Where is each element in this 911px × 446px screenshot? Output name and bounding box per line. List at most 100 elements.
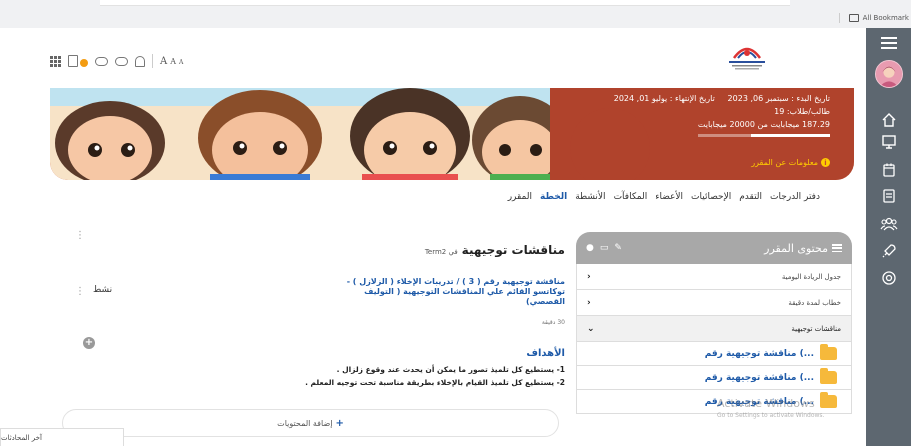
sidebar-item-launch[interactable]	[866, 243, 911, 259]
document-icon	[882, 189, 895, 203]
all-bookmarks-label[interactable]: All Bookmark	[863, 14, 909, 22]
calendar-icon	[882, 163, 895, 177]
watermark-line-1: Activate Windows	[717, 397, 815, 410]
discussion-item[interactable]: مناقشة توجيهية رقم (...	[576, 342, 852, 366]
browser-strip: All Bookmark	[0, 0, 911, 28]
activity-title[interactable]: مناقشة توجيهية رقم ( 3 ) / تدريبات الإخل…	[323, 277, 565, 307]
panel-row-one-minute-speech[interactable]: خطاب لمدة دقيقة ‹	[576, 290, 852, 316]
print-icon[interactable]: ▭	[600, 243, 609, 253]
avatar	[874, 60, 903, 88]
bell-icon[interactable]	[135, 55, 145, 67]
header-tools: A A A	[50, 54, 183, 68]
tab-course[interactable]: المقرر	[508, 192, 532, 202]
chevron-left-icon: ‹	[587, 271, 591, 282]
activity-duration: 30 دقيقة	[541, 319, 565, 326]
storage-progress-bar	[698, 134, 830, 137]
users-icon	[880, 217, 897, 231]
discussion-item[interactable]: مناقشة توجيهية رقم (...	[576, 366, 852, 390]
settings-icon[interactable]: ●	[586, 243, 594, 253]
hamburger-icon	[880, 37, 897, 49]
monitor-icon	[881, 135, 896, 149]
goal-item: 1- يستطيع كل تلميذ تصور ما يمكن أن يحدث …	[336, 365, 565, 374]
font-medium-button[interactable]: A	[170, 57, 176, 66]
discussion-item-label: مناقشة توجيهية رقم (...	[704, 348, 814, 359]
lesson-term: في Term2	[424, 248, 458, 256]
windows-activation-watermark: Activate Windows Go to Settings to activ…	[717, 398, 824, 422]
folder-icon	[848, 14, 859, 22]
lesson-content: ⋮ مناقشات توجيهية في Term2 ⋮ نشط مناقشة …	[50, 223, 565, 438]
top-header: A A A	[0, 28, 866, 88]
course-info-link[interactable]: i معلومات عن المقرر	[751, 158, 830, 167]
panel-tools: ● ▭ ✎	[586, 243, 622, 253]
sidebar-item-home[interactable]	[866, 112, 911, 128]
course-banner: تاريخ البدء : سبتمبر 06, 2023 تاريخ الإن…	[50, 88, 854, 180]
wrench-icon[interactable]: ✎	[614, 243, 622, 253]
course-tabs: المقرر الخطة الأنشطة المكافآت الأعضاء ال…	[508, 192, 820, 202]
recent-chats-label: آخر المحادثات	[1, 433, 42, 442]
info-icon: i	[821, 158, 830, 167]
tab-progress[interactable]: التقدم	[739, 192, 762, 202]
folder-icon	[820, 368, 837, 384]
start-date: تاريخ البدء : سبتمبر 06, 2023	[727, 94, 830, 103]
chevron-left-icon: ‹	[587, 297, 591, 308]
font-size-control[interactable]: A A A	[160, 56, 183, 67]
panel-header: ● ▭ ✎ محتوى المقرر	[576, 232, 852, 264]
folder-icon	[820, 344, 837, 360]
storage-text: 187.29 ميجابايت من 20000 ميجابايت	[697, 120, 830, 129]
add-content-button[interactable]: + إضافة المحتويات	[62, 409, 559, 437]
panel-row-guided-discussions[interactable]: مناقشات توجيهية ⌄	[576, 316, 852, 342]
page: A A A تاريخ البدء: سبتمبر 06, 2023 تاري…	[0, 28, 866, 446]
lesson-options-icon[interactable]: ⋮	[75, 231, 85, 241]
user-avatar[interactable]	[866, 60, 911, 88]
bookmarks-separator	[838, 13, 840, 23]
announcements-icon[interactable]	[95, 56, 108, 66]
watermark-line-2: Go to Settings to activate Windows.	[717, 412, 825, 419]
panel-row-daily-schedule[interactable]: جدول الريادة اليومية ‹	[576, 264, 852, 290]
menu-button[interactable]	[866, 37, 911, 49]
row-label: خطاب لمدة دقيقة	[788, 298, 841, 307]
tab-rewards[interactable]: المكافآت	[614, 192, 648, 202]
activity-options-icon[interactable]: ⋮	[75, 287, 85, 297]
students-count: طالب/طلاب: 19	[774, 107, 830, 116]
notes-icon[interactable]	[68, 55, 78, 67]
discussion-item-label: مناقشة توجيهية رقم (...	[704, 372, 814, 383]
goal-item: 2- يستطيع كل تلميذ القيام بالإخلاء بطريق…	[305, 378, 565, 387]
chevron-down-icon: ⌄	[587, 323, 595, 334]
apps-grid-icon[interactable]	[50, 55, 61, 67]
messages-icon[interactable]	[115, 56, 128, 66]
add-icon[interactable]: +	[83, 337, 95, 349]
tab-statistics[interactable]: الإحصائيات	[691, 192, 731, 202]
font-large-button[interactable]: A	[160, 56, 167, 67]
storage-progress-fill	[750, 134, 830, 137]
tab-activities[interactable]: الأنشطة	[575, 192, 605, 202]
plus-icon: +	[335, 417, 344, 429]
row-label: جدول الريادة اليومية	[781, 272, 841, 281]
sidebar-item-documents[interactable]	[866, 188, 911, 204]
address-area	[100, 0, 790, 6]
school-logo[interactable]	[726, 38, 768, 72]
bookmarks-bar[interactable]: All Bookmark	[838, 13, 909, 23]
tab-members[interactable]: الأعضاء	[655, 192, 683, 202]
tab-gradebook[interactable]: دفتر الدرجات	[770, 192, 820, 202]
notification-dot	[80, 59, 88, 67]
tab-plan[interactable]: الخطة	[540, 192, 567, 202]
font-small-button[interactable]: A	[179, 59, 183, 66]
right-sidebar	[866, 28, 911, 446]
course-info-label[interactable]: معلومات عن المقرر	[751, 158, 818, 167]
sidebar-item-settings[interactable]	[866, 270, 911, 286]
lesson-header: مناقشات توجيهية في Term2	[425, 243, 565, 257]
gear-icon	[881, 271, 896, 285]
recent-chats-tab[interactable]: آخر المحادثات	[0, 428, 124, 446]
sidebar-item-groups[interactable]	[866, 216, 911, 232]
course-meta: تاريخ البدء : سبتمبر 06, 2023 تاريخ الإن…	[614, 92, 830, 140]
home-icon	[882, 113, 895, 127]
sidebar-item-courses[interactable]	[866, 134, 911, 150]
course-dates: تاريخ البدء : سبتمبر 06, 2023 تاريخ الإن…	[614, 92, 830, 105]
panel-title: محتوى المقرر	[764, 241, 828, 255]
lesson-title: مناقشات توجيهية	[461, 243, 565, 257]
sidebar-item-calendar[interactable]	[866, 162, 911, 178]
list-icon	[832, 244, 842, 252]
panel-title-wrap: محتوى المقرر	[764, 242, 842, 255]
status-badge: نشط	[93, 285, 113, 295]
end-date: تاريخ الإنتهاء : يوليو 01, 2024	[613, 94, 715, 103]
